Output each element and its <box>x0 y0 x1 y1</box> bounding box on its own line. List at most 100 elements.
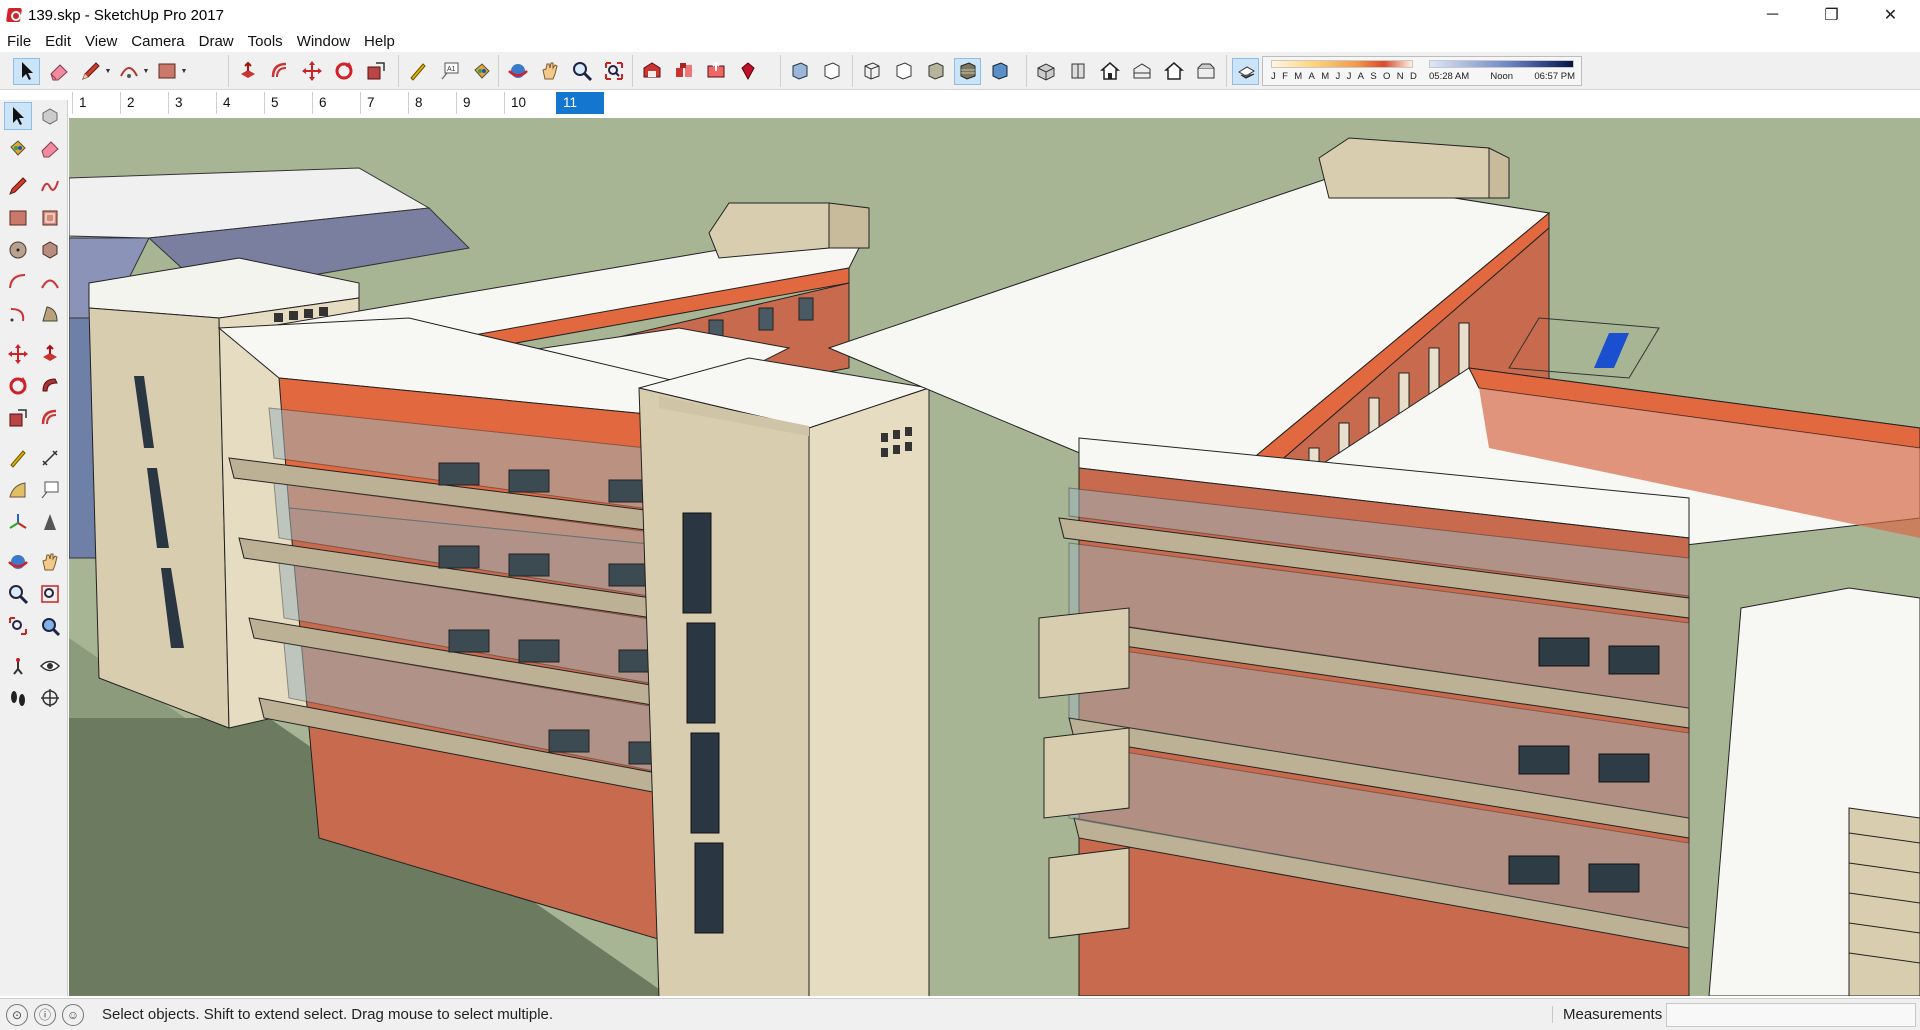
scene-tab-10[interactable]: 10 <box>504 92 556 114</box>
right-view-button[interactable] <box>1128 58 1155 85</box>
credits-icon[interactable]: ⓘ <box>34 1003 56 1026</box>
palette-two-point-arc-button[interactable] <box>36 268 64 296</box>
palette-follow-me-button[interactable] <box>36 372 64 400</box>
back-view-button[interactable] <box>1160 58 1187 85</box>
share-model-tool-button[interactable] <box>702 58 729 85</box>
scene-tab-11[interactable]: 11 <box>556 92 604 114</box>
text-tool-button[interactable]: A1 <box>436 58 463 85</box>
menu-camera[interactable]: Camera <box>124 33 191 50</box>
palette-section-plane-button[interactable] <box>36 684 64 712</box>
palette-position-camera-button[interactable] <box>4 652 32 680</box>
palette-polygon-button[interactable] <box>36 236 64 264</box>
palette-freehand-button[interactable] <box>36 172 64 200</box>
monochrome-style-button[interactable] <box>986 58 1013 85</box>
palette-zoom-extents-button[interactable] <box>4 612 32 640</box>
palette-arc-button[interactable] <box>4 268 32 296</box>
geo-location-icon[interactable]: ⊙ <box>6 1003 28 1026</box>
palette-text-button[interactable] <box>36 476 64 504</box>
palette-look-around-button[interactable] <box>36 652 64 680</box>
scene-tab-3[interactable]: 3 <box>168 92 216 114</box>
palette-zoom-button[interactable] <box>4 580 32 608</box>
palette-axes-button[interactable] <box>4 508 32 536</box>
palette-eraser-button[interactable] <box>36 134 64 162</box>
scene-tab-5[interactable]: 5 <box>264 92 312 114</box>
palette-pan-button[interactable] <box>36 548 64 576</box>
building-3d-model[interactable] <box>69 118 1920 996</box>
menu-help[interactable]: Help <box>357 33 402 50</box>
palette-make-component-button[interactable] <box>36 102 64 130</box>
palette-line-button[interactable] <box>4 172 32 200</box>
warehouse-tool-button[interactable] <box>638 58 665 85</box>
palette-zoom-window-button[interactable] <box>36 580 64 608</box>
month-slider[interactable] <box>1271 60 1413 68</box>
palette-rotate-button[interactable] <box>4 372 32 400</box>
shaded-style-button[interactable] <box>922 58 949 85</box>
scene-tab-8[interactable]: 8 <box>408 92 456 114</box>
palette-dimension-button[interactable] <box>36 444 64 472</box>
scene-tab-6[interactable]: 6 <box>312 92 360 114</box>
xray-style-button[interactable] <box>786 58 813 85</box>
extension-warehouse-tool-button[interactable] <box>734 58 761 85</box>
scene-tab-7[interactable]: 7 <box>360 92 408 114</box>
shadows-toggle-button[interactable] <box>1232 57 1259 85</box>
palette-paint-bucket-button[interactable] <box>4 134 32 162</box>
menu-window[interactable]: Window <box>290 33 357 50</box>
front-view-button[interactable] <box>1096 58 1123 85</box>
pan-tool-button[interactable] <box>536 58 563 85</box>
model-viewport[interactable] <box>69 118 1920 996</box>
push-pull-tool-button[interactable] <box>234 58 261 85</box>
menu-draw[interactable]: Draw <box>192 33 241 50</box>
left-view-button[interactable] <box>1192 58 1219 85</box>
tape-measure-tool-button[interactable] <box>404 58 431 85</box>
palette-three-point-arc-button[interactable] <box>4 300 32 328</box>
palette-walk-button[interactable] <box>4 684 32 712</box>
palette-orbit-button[interactable] <box>4 548 32 576</box>
palette-rotated-rectangle-button[interactable] <box>36 204 64 232</box>
palette-circle-button[interactable] <box>4 236 32 264</box>
palette-3d-text-button[interactable] <box>36 508 64 536</box>
wireframe-style-button[interactable] <box>858 58 885 85</box>
orbit-tool-button[interactable] <box>504 58 531 85</box>
zoom-tool-button[interactable] <box>568 58 595 85</box>
shape-tool-button[interactable] <box>153 58 180 85</box>
palette-pie-button[interactable] <box>36 300 64 328</box>
palette-previous-button[interactable] <box>36 612 64 640</box>
line-tool-button[interactable] <box>77 58 104 85</box>
shape-tool-dropdown-icon[interactable]: ▼ <box>181 58 188 85</box>
time-slider[interactable] <box>1429 60 1574 68</box>
menu-edit[interactable]: Edit <box>38 33 78 50</box>
palette-offset-button[interactable] <box>36 404 64 432</box>
menu-view[interactable]: View <box>78 33 124 50</box>
shaded-textures-style-button[interactable] <box>954 57 981 85</box>
menu-file[interactable]: File <box>0 33 38 50</box>
measurements-input[interactable] <box>1666 1003 1916 1027</box>
scale-tool-button[interactable] <box>362 58 389 85</box>
scene-tab-4[interactable]: 4 <box>216 92 264 114</box>
zoom-extents-tool-button[interactable] <box>600 58 627 85</box>
select-tool-button[interactable] <box>13 57 40 85</box>
palette-tape-measure-button[interactable] <box>4 444 32 472</box>
palette-move-button[interactable] <box>4 340 32 368</box>
eraser-tool-button[interactable] <box>45 58 72 85</box>
maximize-button[interactable]: ❐ <box>1802 0 1861 30</box>
scene-tab-1[interactable]: 1 <box>72 92 120 114</box>
paint-bucket-tool-button[interactable] <box>468 58 495 85</box>
hidden-line-style-button[interactable] <box>890 58 917 85</box>
move-tool-button[interactable] <box>298 58 325 85</box>
minimize-button[interactable]: ─ <box>1743 0 1802 30</box>
back-edges-style-button[interactable] <box>818 58 845 85</box>
menu-tools[interactable]: Tools <box>241 33 290 50</box>
arc-tool-button[interactable] <box>115 58 142 85</box>
rotate-tool-button[interactable] <box>330 58 357 85</box>
user-account-icon[interactable]: ☺ <box>62 1003 84 1026</box>
scene-tab-2[interactable]: 2 <box>120 92 168 114</box>
palette-push-pull-button[interactable] <box>36 340 64 368</box>
components-tool-button[interactable] <box>670 58 697 85</box>
palette-rectangle-button[interactable] <box>4 204 32 232</box>
close-button[interactable]: ✕ <box>1861 0 1920 30</box>
arc-tool-dropdown-icon[interactable]: ▼ <box>143 58 150 85</box>
top-view-button[interactable] <box>1064 58 1091 85</box>
line-tool-dropdown-icon[interactable]: ▼ <box>105 58 112 85</box>
palette-select-button[interactable] <box>4 102 32 130</box>
offset-tool-button[interactable] <box>266 58 293 85</box>
